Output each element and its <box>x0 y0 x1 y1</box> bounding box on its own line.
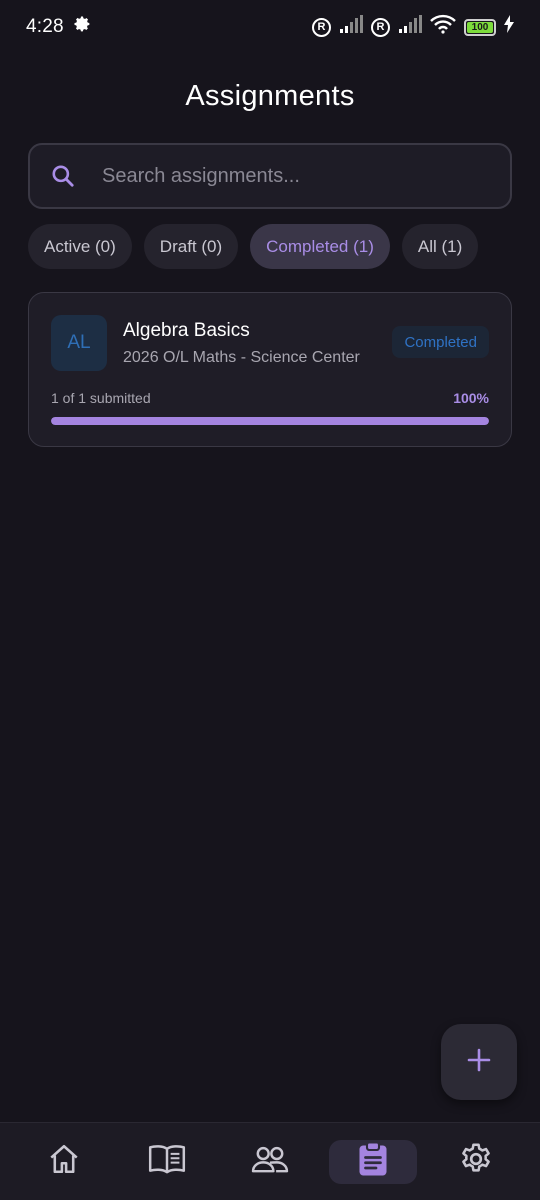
nav-home[interactable] <box>20 1140 108 1184</box>
battery-level: 100 <box>467 21 493 33</box>
registered-icon-2: R <box>371 17 390 37</box>
assignment-subtitle: 2026 O/L Maths - Science Center <box>123 349 360 366</box>
wifi-icon <box>430 14 456 40</box>
signal-icon-2 <box>398 15 422 39</box>
bottom-navigation <box>0 1122 540 1200</box>
filter-chips: Active (0) Draft (0) Completed (1) All (… <box>28 224 479 269</box>
status-right: R R 100 <box>312 14 514 40</box>
progress-bar <box>51 417 489 425</box>
charging-icon <box>504 15 514 39</box>
filter-chip-all[interactable]: All (1) <box>401 224 479 269</box>
assignment-card[interactable]: AL Algebra Basics 2026 O/L Maths - Scien… <box>28 292 512 447</box>
people-icon <box>251 1144 289 1179</box>
plus-icon <box>467 1048 491 1077</box>
search-input[interactable] <box>102 164 510 188</box>
clipboard-icon <box>356 1141 390 1182</box>
page-title: Assignments <box>185 80 355 112</box>
nav-students[interactable] <box>226 1140 314 1184</box>
progress-percent: 100% <box>453 390 489 406</box>
assignments-screen: 4:28 R R 100 Assignments Search assignme… <box>0 0 540 1200</box>
assignment-title: Algebra Basics <box>123 320 250 341</box>
add-assignment-button[interactable] <box>441 1024 517 1100</box>
status-badge: Completed <box>392 326 489 358</box>
search-icon <box>50 163 76 189</box>
progress-bar-fill <box>51 417 489 425</box>
home-icon <box>47 1142 81 1181</box>
status-left: 4:28 <box>26 14 92 40</box>
battery-icon: 100 <box>464 18 496 36</box>
nav-settings[interactable] <box>432 1140 520 1184</box>
registered-icon: R <box>312 17 331 37</box>
filter-chip-completed[interactable]: Completed (1) <box>250 224 390 269</box>
book-icon <box>148 1142 186 1181</box>
signal-icon <box>339 15 363 39</box>
nav-assignments[interactable] <box>329 1139 418 1184</box>
nav-courses[interactable] <box>123 1140 211 1184</box>
filter-chip-active[interactable]: Active (0) <box>28 224 132 269</box>
submitted-count: 1 of 1 submitted <box>51 390 151 406</box>
gear-icon <box>458 1141 494 1182</box>
search-bar[interactable] <box>28 143 512 209</box>
settings-gear-icon <box>72 14 92 40</box>
status-bar: 4:28 R R 100 <box>0 0 540 54</box>
filter-chip-draft[interactable]: Draft (0) <box>143 224 239 269</box>
assignment-avatar: AL <box>51 315 107 371</box>
status-time: 4:28 <box>26 16 64 37</box>
